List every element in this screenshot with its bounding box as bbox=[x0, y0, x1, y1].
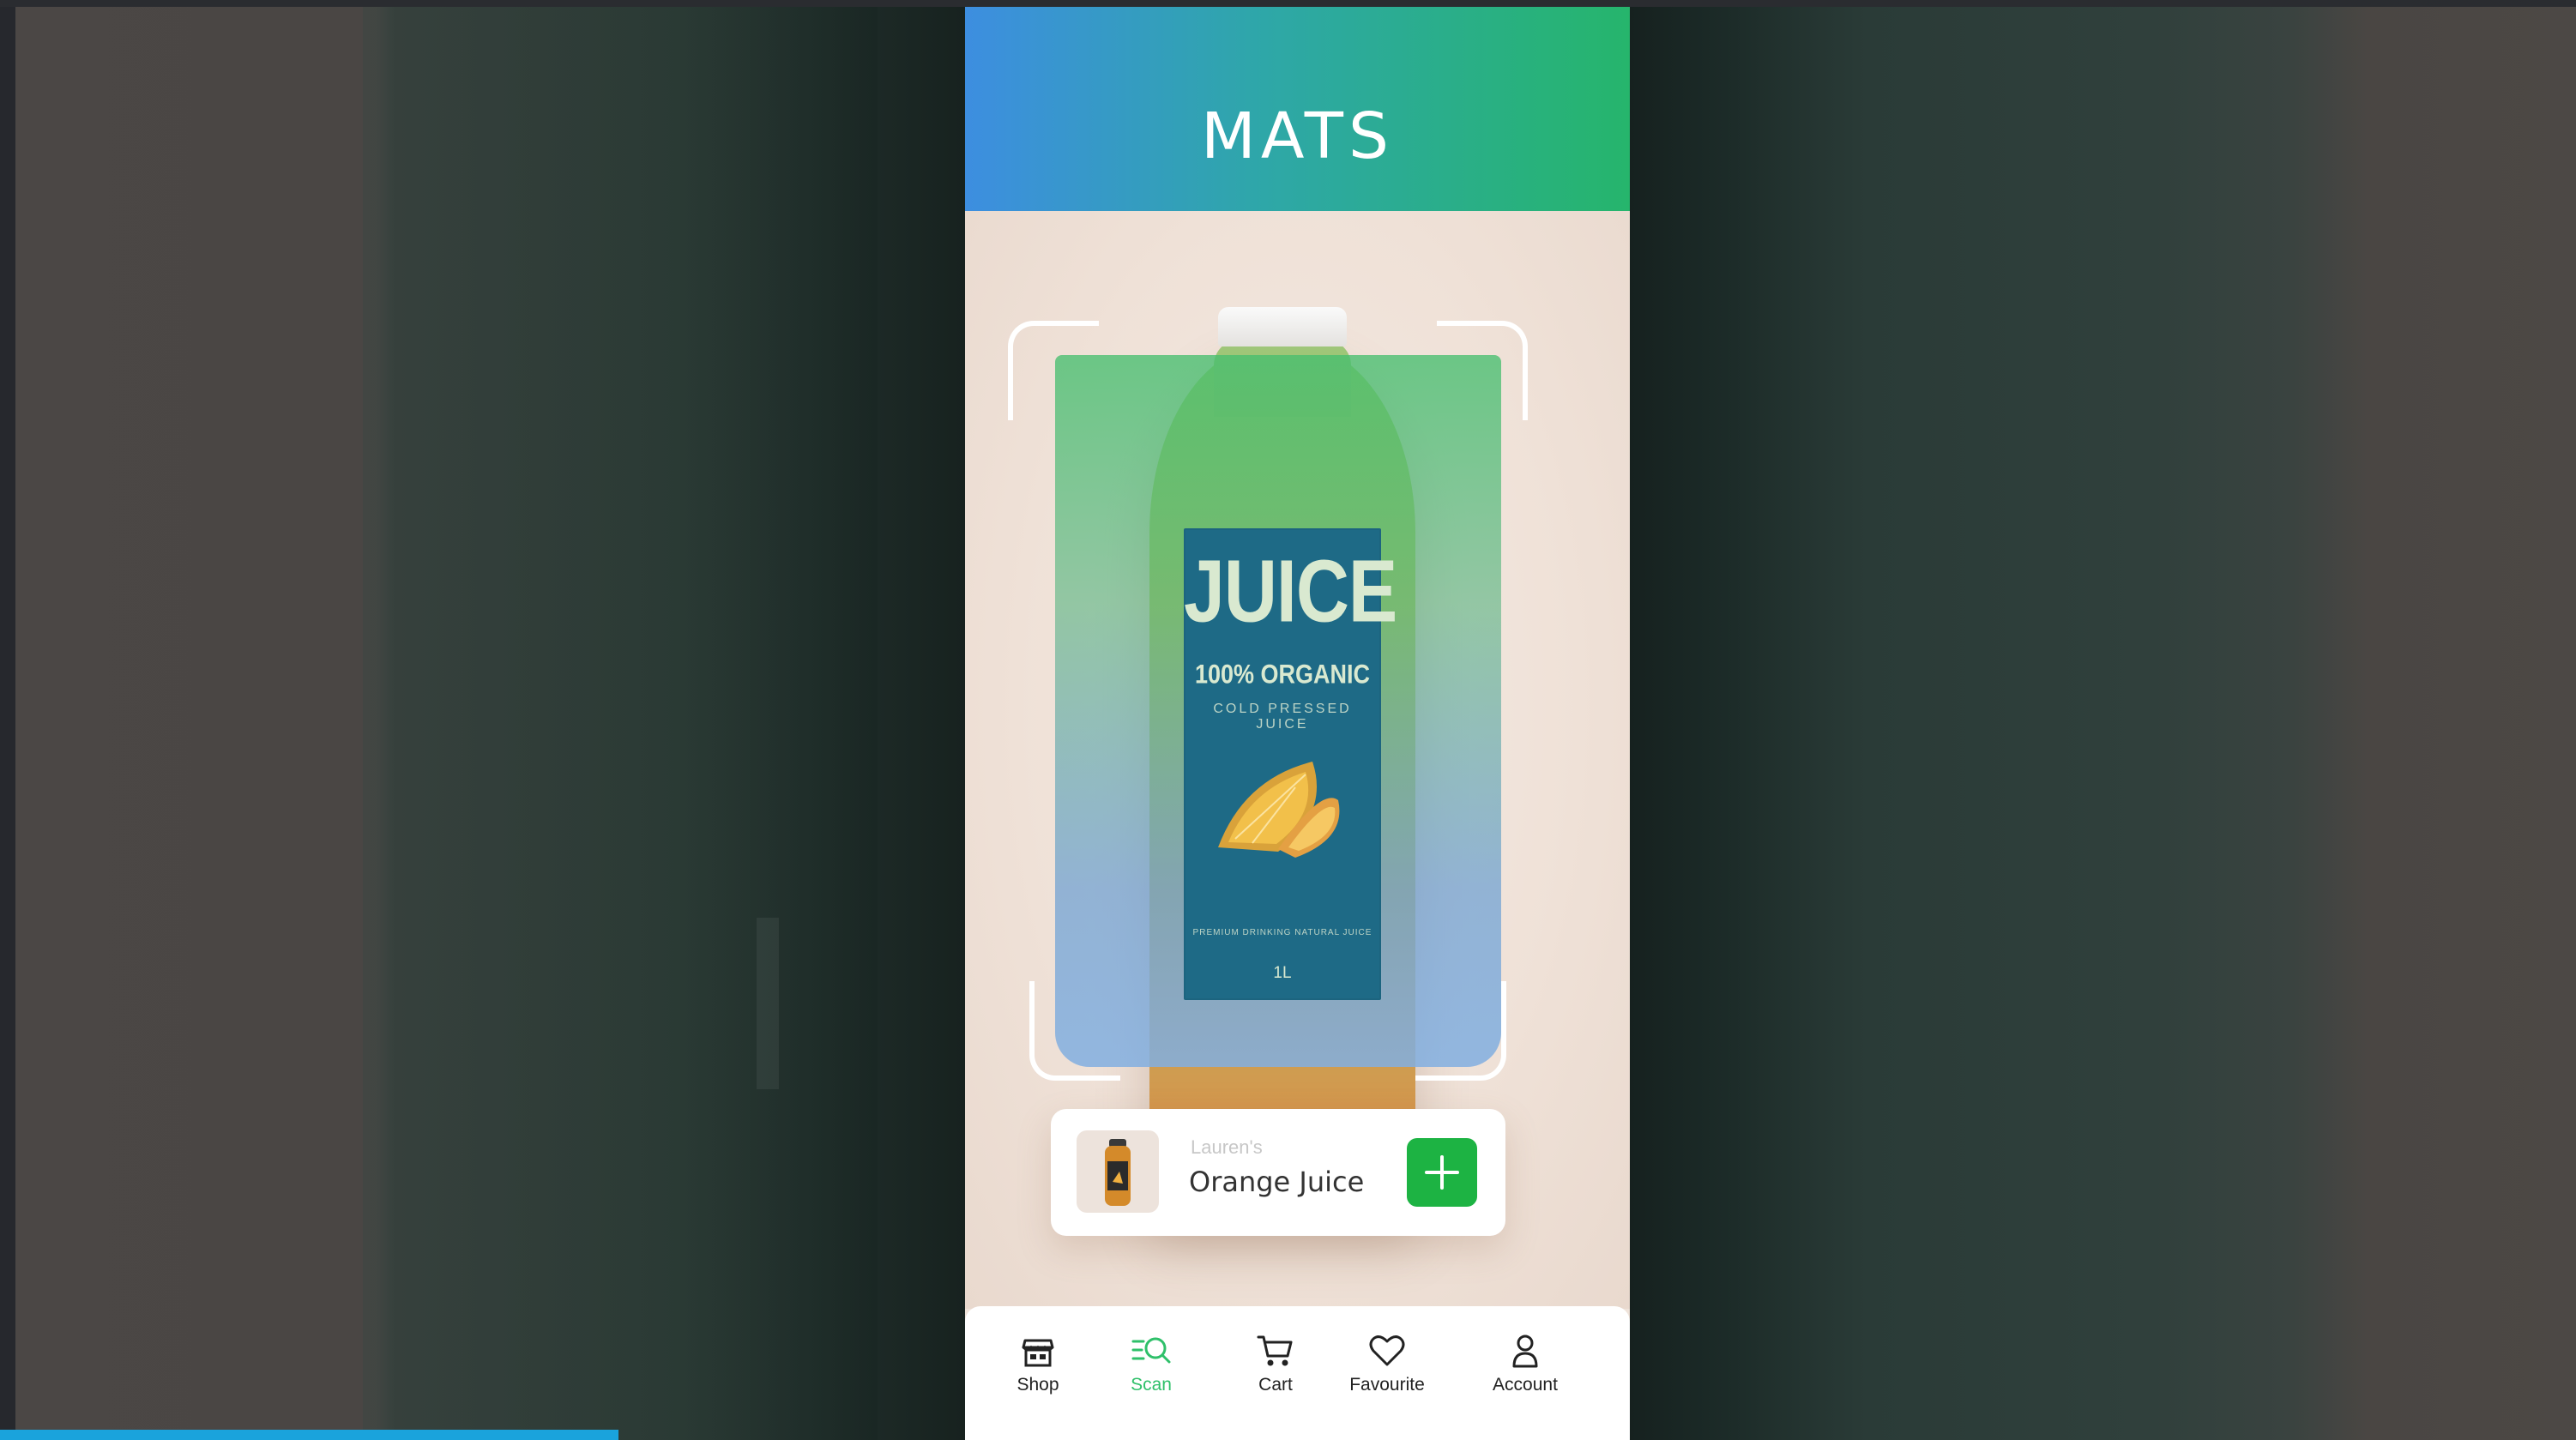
label-title: JUICE bbox=[1184, 542, 1397, 642]
nav-item-scan[interactable]: Scan bbox=[1100, 1330, 1203, 1416]
nav-item-account[interactable]: Account bbox=[1474, 1330, 1577, 1416]
cart-icon bbox=[1257, 1335, 1293, 1366]
nav-item-shop[interactable]: Shop bbox=[986, 1330, 1089, 1416]
nav-label: Shop bbox=[1017, 1375, 1059, 1395]
user-icon bbox=[1512, 1335, 1538, 1368]
bottle-cap bbox=[1218, 307, 1347, 346]
add-to-cart-button[interactable] bbox=[1407, 1138, 1477, 1207]
heart-icon bbox=[1369, 1335, 1405, 1366]
nav-item-favourite[interactable]: Favourite bbox=[1336, 1330, 1439, 1416]
app-title: MATS bbox=[1201, 99, 1394, 173]
scanned-product-card[interactable]: Lauren's Orange Juice bbox=[1051, 1109, 1505, 1236]
product-name: Orange Juice bbox=[1189, 1166, 1365, 1198]
label-volume: 1L bbox=[1273, 964, 1292, 982]
bottle-label: JUICE 100% ORGANIC COLD PRESSED JUICE PR… bbox=[1184, 528, 1397, 1000]
store-icon bbox=[1022, 1339, 1054, 1367]
scan-frame-corner-top-left bbox=[1008, 321, 1099, 420]
blurred-background-left bbox=[15, 7, 965, 1440]
plus-icon bbox=[1425, 1155, 1459, 1190]
label-fine-print: PREMIUM DRINKING NATURAL JUICE bbox=[1192, 928, 1372, 937]
nav-label: Account bbox=[1493, 1375, 1558, 1395]
nav-label: Cart bbox=[1258, 1375, 1293, 1395]
phone-screen: MATS JUICE 100% ORGANIC COLD PRESSED JUI… bbox=[965, 7, 1630, 1440]
video-progress-bar[interactable] bbox=[0, 1430, 618, 1440]
blurred-background-shape bbox=[757, 918, 779, 1089]
label-subtitle: 100% ORGANIC bbox=[1194, 659, 1371, 690]
scan-frame-corner-bottom-left bbox=[1029, 981, 1120, 1081]
scan-icon bbox=[1131, 1337, 1171, 1364]
product-thumbnail bbox=[1077, 1130, 1159, 1213]
window-top-border bbox=[0, 0, 2576, 7]
app-header: MATS bbox=[965, 7, 1630, 211]
blurred-background-right bbox=[1630, 7, 2576, 1440]
nav-item-cart[interactable]: Cart bbox=[1224, 1330, 1327, 1416]
scan-frame-corner-bottom-right bbox=[1415, 981, 1506, 1081]
product-brand: Lauren's bbox=[1191, 1136, 1263, 1158]
scan-frame-corner-top-right bbox=[1437, 321, 1528, 420]
nav-label: Scan bbox=[1131, 1375, 1172, 1395]
nav-label: Favourite bbox=[1349, 1375, 1425, 1395]
orange-slice-icon bbox=[1218, 762, 1340, 858]
bottom-navigation: Shop Scan Cart Favourite Account bbox=[965, 1306, 1630, 1440]
label-tagline: COLD PRESSED JUICE bbox=[1213, 702, 1352, 732]
